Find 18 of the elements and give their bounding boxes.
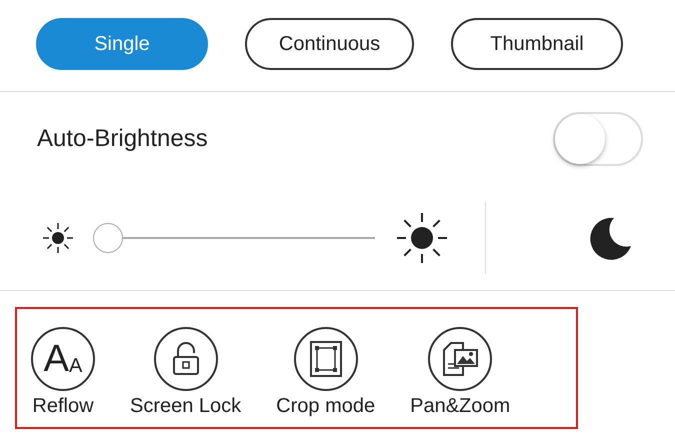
auto-brightness-label: Auto-Brightness [37,124,208,152]
view-mode-tab[interactable]: Continuous [245,18,414,70]
auto-brightness-toggle[interactable] [553,112,643,166]
view-mode-tab[interactable]: Single [36,18,208,70]
tool-label: Crop mode [276,395,376,418]
slider-thumb[interactable] [93,222,123,252]
moon-icon[interactable] [590,216,632,260]
dim-sun-icon [42,222,74,254]
tool-label: Pan&Zoom [410,395,510,418]
tool-label: Screen Lock [130,395,242,418]
brightness-slider[interactable] [93,222,375,252]
lock-tool-icon[interactable] [154,327,218,391]
view-mode-tab[interactable]: Thumbnail [451,18,623,70]
bright-sun-icon [396,212,448,264]
crop-tool-icon[interactable] [294,327,358,391]
tool-label: Reflow [32,395,94,418]
panzoom-tool-icon[interactable] [428,327,492,391]
reflow-tool-icon[interactable]: AA [31,327,95,391]
